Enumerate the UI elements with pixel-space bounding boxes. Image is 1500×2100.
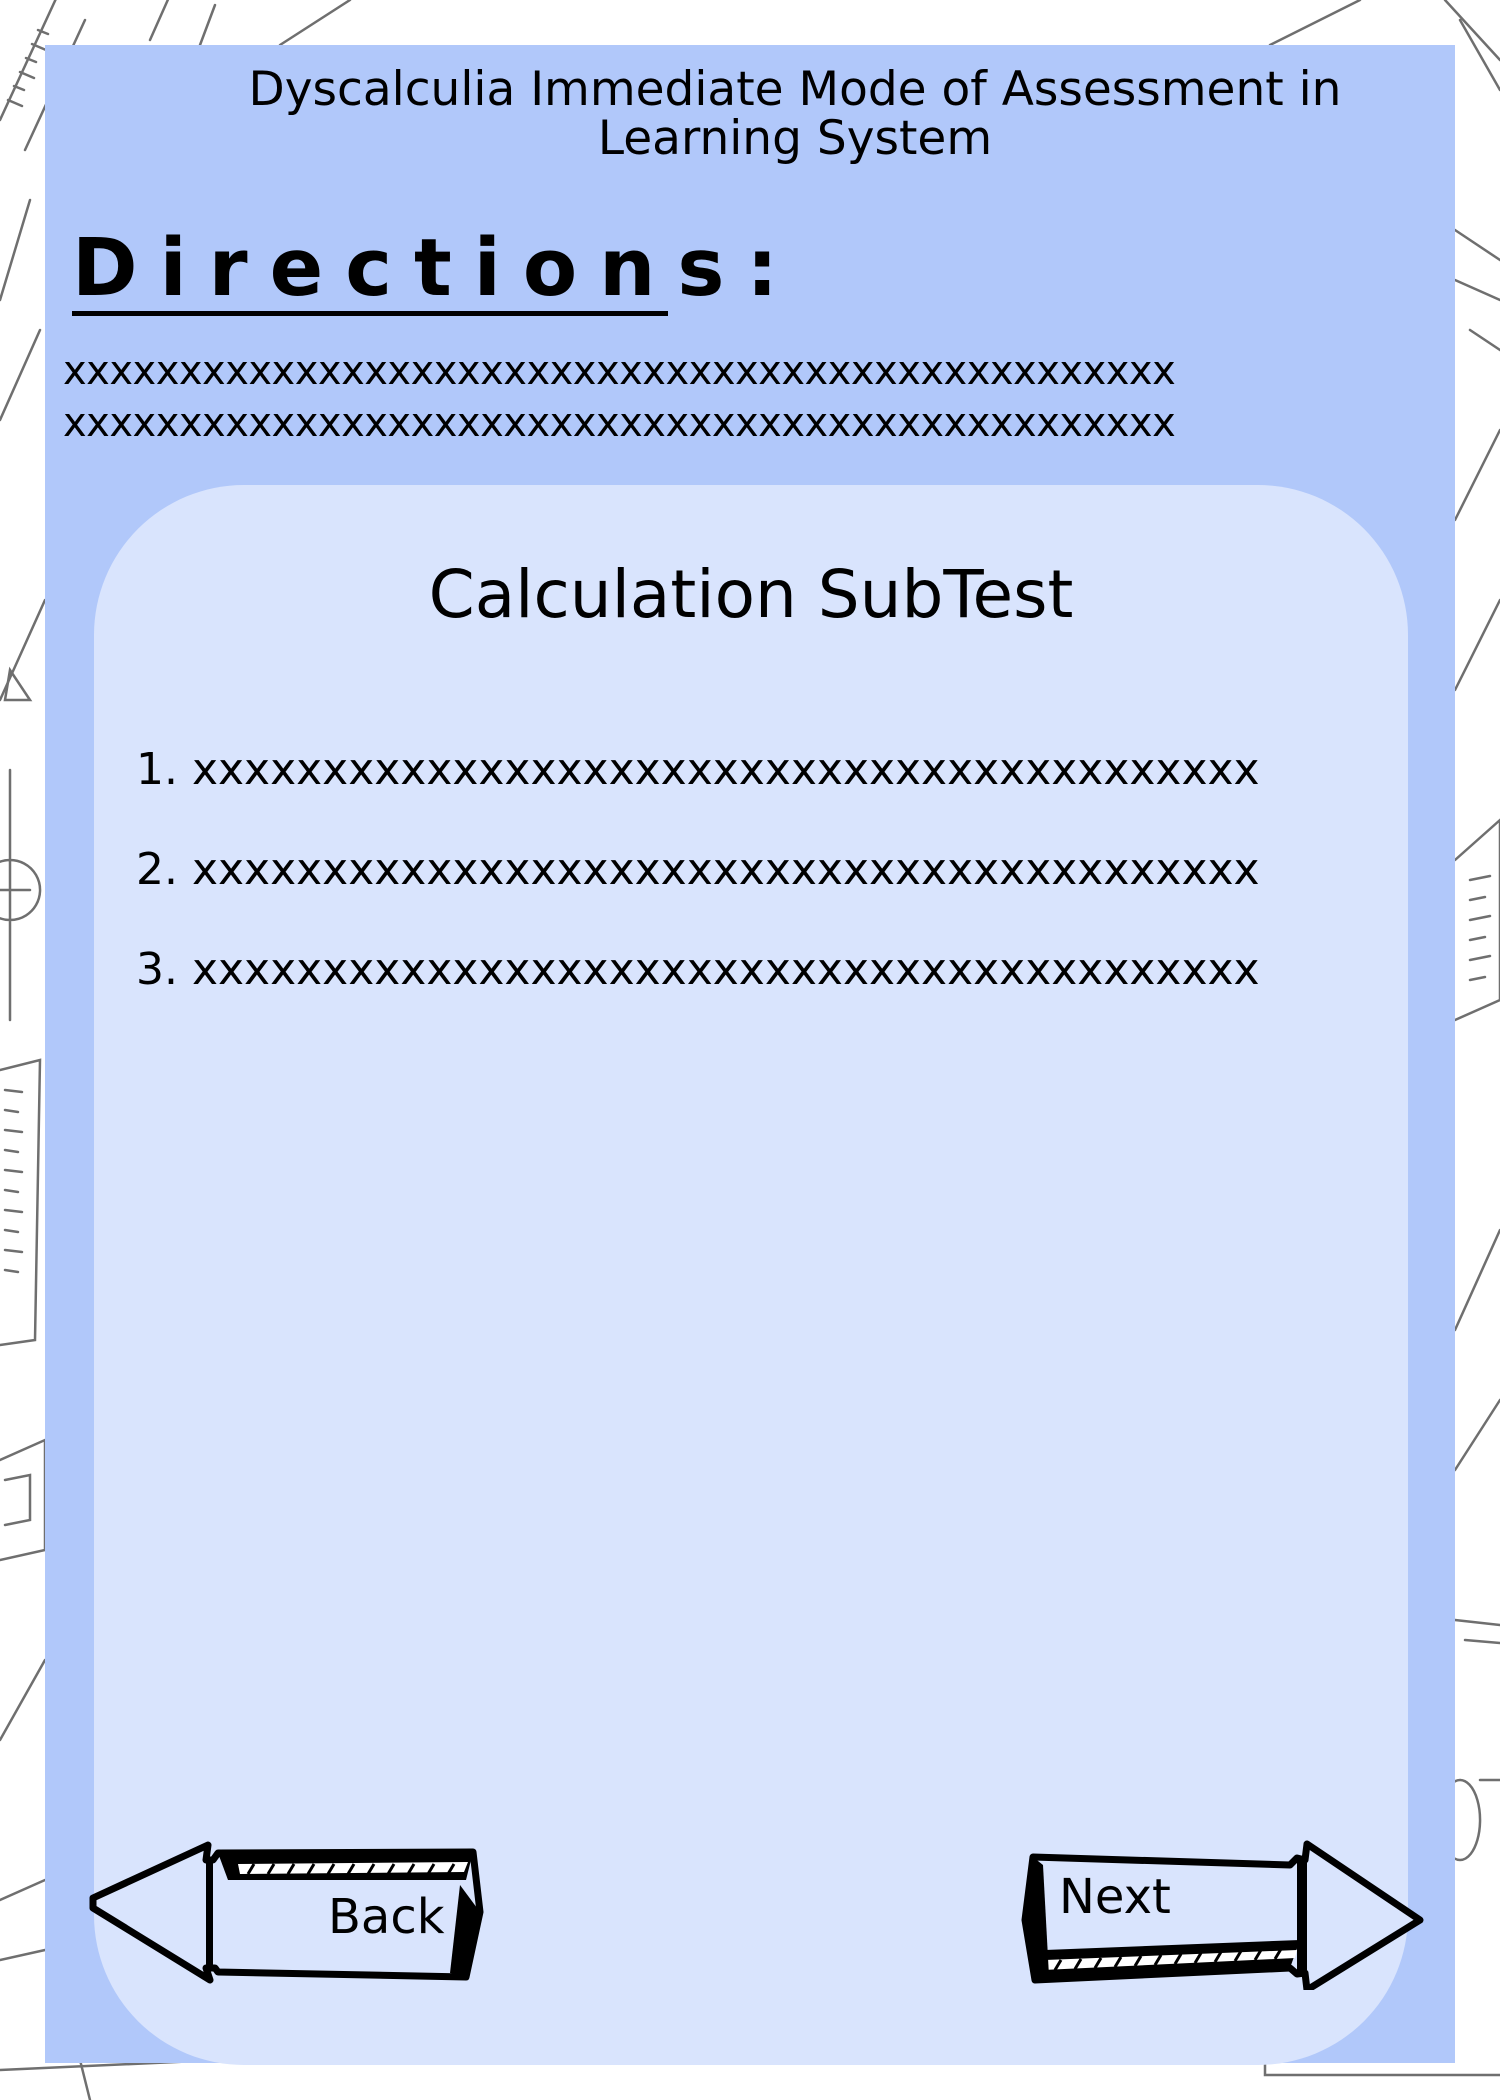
subtest-title: Calculation SubTest — [428, 556, 1074, 633]
directions-underline — [72, 311, 668, 316]
directions-line: xxxxxxxxxxxxxxxxxxxxxxxxxxxxxxxxxxxxxxxx… — [63, 400, 1176, 446]
subtest-item: 1. xxxxxxxxxxxxxxxxxxxxxxxxxxxxxxxxxxxxx… — [136, 744, 1260, 795]
subtest-card: Calculation SubTest 1. xxxxxxxxxxxxxxxxx… — [94, 485, 1408, 2065]
back-button[interactable]: Back — [88, 1840, 488, 1990]
next-button[interactable]: Next — [1015, 1840, 1425, 1990]
main-panel: Dyscalculia Immediate Mode of Assessment… — [45, 45, 1455, 2065]
back-label: Back — [328, 1889, 445, 1945]
subtest-item: 2. xxxxxxxxxxxxxxxxxxxxxxxxxxxxxxxxxxxxx… — [136, 844, 1260, 895]
next-label: Next — [1059, 1869, 1171, 1925]
app-title: Dyscalculia Immediate Mode of Assessment… — [248, 62, 1342, 166]
directions-heading: Directions: — [72, 222, 800, 314]
directions-line: xxxxxxxxxxxxxxxxxxxxxxxxxxxxxxxxxxxxxxxx… — [63, 348, 1176, 394]
directions-text: xxxxxxxxxxxxxxxxxxxxxxxxxxxxxxxxxxxxxxxx… — [63, 345, 1323, 449]
subtest-item: 3. xxxxxxxxxxxxxxxxxxxxxxxxxxxxxxxxxxxxx… — [136, 944, 1260, 995]
subtest-item-list: 1. xxxxxxxxxxxxxxxxxxxxxxxxxxxxxxxxxxxxx… — [136, 740, 1260, 1040]
